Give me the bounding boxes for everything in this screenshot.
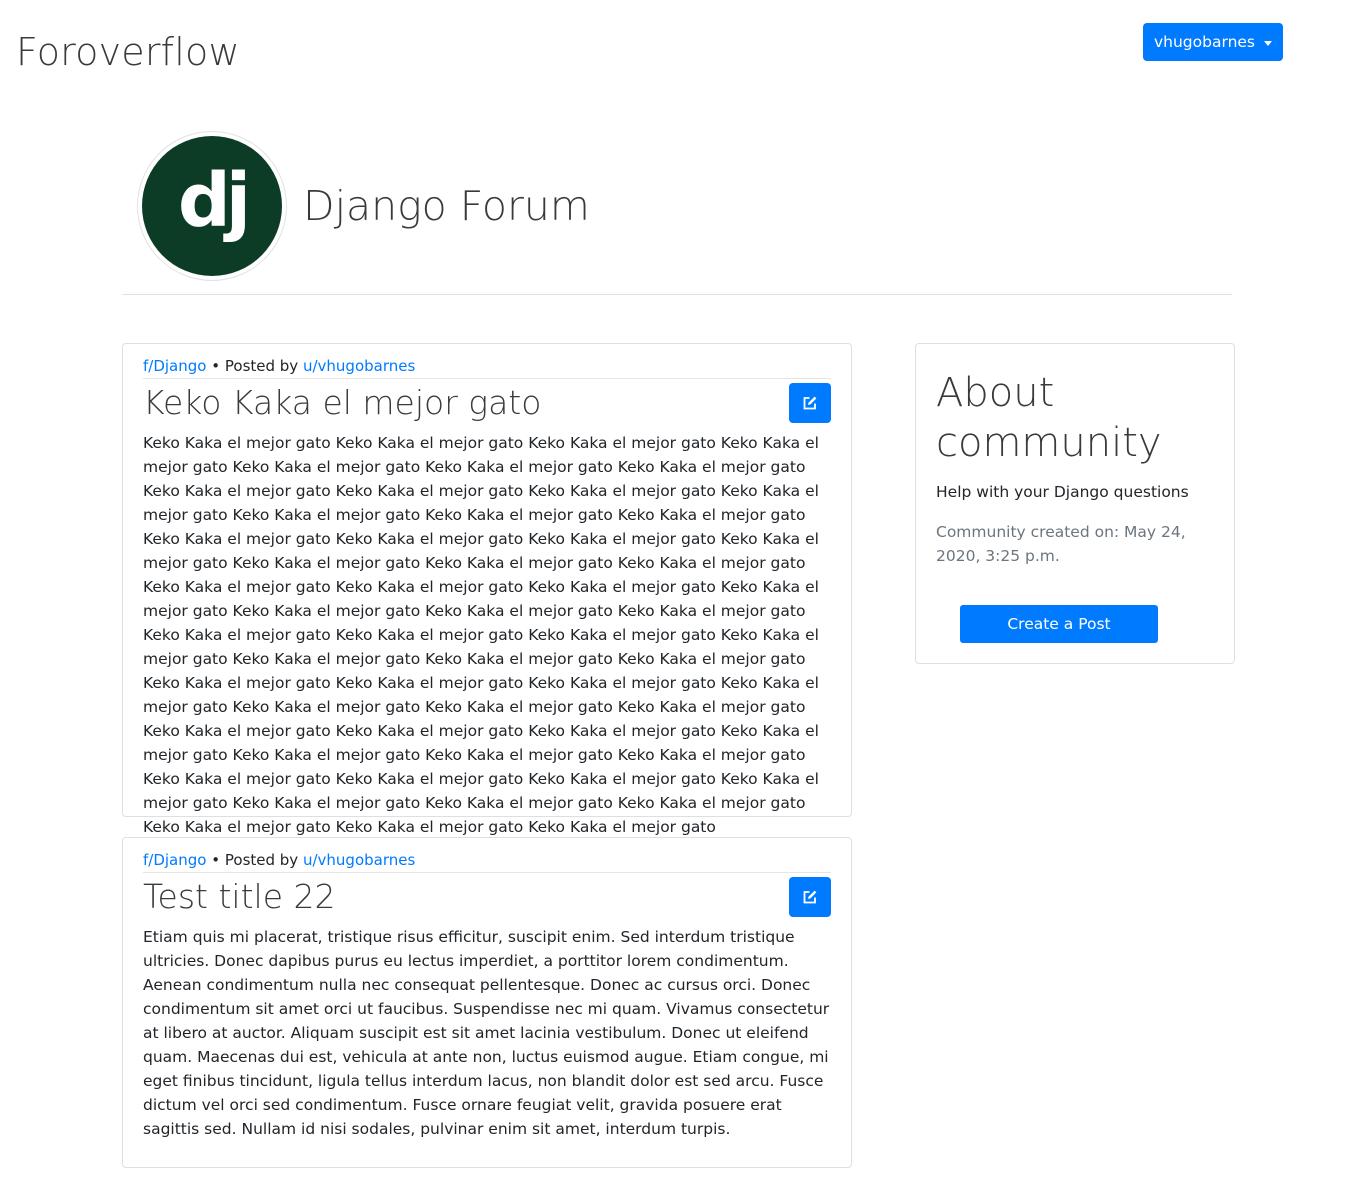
edit-icon bbox=[803, 890, 817, 904]
about-community-card: About community Help with your Django qu… bbox=[915, 343, 1235, 664]
django-logo-icon: dj bbox=[142, 136, 282, 276]
post-title-row: Keko Kaka el mejor gato bbox=[143, 383, 831, 423]
post-title[interactable]: Keko Kaka el mejor gato bbox=[143, 383, 541, 423]
community-link[interactable]: f/Django bbox=[143, 357, 206, 375]
community-description: Help with your Django questions bbox=[936, 483, 1189, 501]
brand-logo-text[interactable]: Foroverflow bbox=[16, 26, 240, 78]
post-title-row: Test title 22 bbox=[143, 877, 831, 917]
post-title[interactable]: Test title 22 bbox=[143, 877, 335, 917]
community-name: Django Forum bbox=[303, 181, 590, 230]
author-link[interactable]: u/vhugobarnes bbox=[303, 357, 415, 375]
post-card: f/Django • Posted by u/vhugobarnes Keko … bbox=[122, 343, 852, 836]
post-card: f/Django • Posted by u/vhugobarnes Test … bbox=[122, 837, 852, 1168]
caret-down-icon bbox=[1264, 40, 1272, 46]
edit-post-button[interactable] bbox=[789, 383, 831, 423]
about-title: About community bbox=[936, 370, 1162, 466]
post-meta: f/Django • Posted by u/vhugobarnes bbox=[143, 356, 831, 379]
meta-separator: • bbox=[211, 851, 221, 869]
user-menu-button[interactable]: vhugobarnes bbox=[1143, 23, 1283, 61]
edit-post-button[interactable] bbox=[789, 877, 831, 917]
user-menu-label: vhugobarnes bbox=[1153, 33, 1255, 51]
create-post-button[interactable]: Create a Post bbox=[960, 605, 1158, 643]
community-created-date: Community created on: May 24, 2020, 3:25… bbox=[936, 523, 1186, 565]
meta-separator: • bbox=[211, 357, 221, 375]
header-divider bbox=[122, 294, 1232, 295]
post-body: Keko Kaka el mejor gato Keko Kaka el mej… bbox=[143, 434, 819, 836]
posted-by-label: Posted by bbox=[224, 851, 299, 869]
post-body: Etiam quis mi placerat, tristique risus … bbox=[143, 928, 830, 1138]
author-link[interactable]: u/vhugobarnes bbox=[303, 851, 415, 869]
post-meta: f/Django • Posted by u/vhugobarnes bbox=[143, 850, 831, 873]
community-link[interactable]: f/Django bbox=[143, 851, 206, 869]
community-header: dj Django Forum bbox=[137, 131, 590, 281]
posted-by-label: Posted by bbox=[224, 357, 299, 375]
community-logo: dj bbox=[137, 131, 287, 281]
logo-text: dj bbox=[177, 158, 251, 244]
edit-icon bbox=[803, 396, 817, 410]
